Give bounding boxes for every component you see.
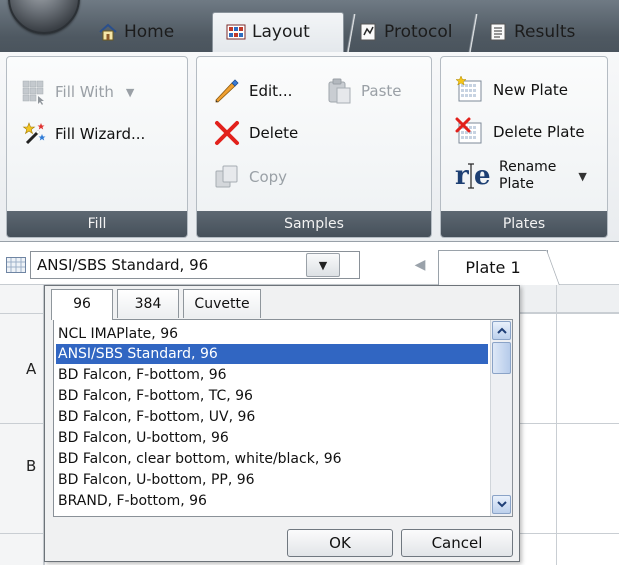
results-icon: [490, 23, 506, 41]
cancel-button[interactable]: Cancel: [401, 529, 513, 557]
chevron-down-icon: ▼: [125, 85, 135, 99]
delete-plate-label: Delete Plate: [493, 123, 585, 141]
list-item[interactable]: NCL IMAPlate, 96: [56, 324, 178, 344]
list-item[interactable]: BD Falcon, U-bottom, PP, 96: [56, 470, 255, 490]
fill-wizard-label: Fill Wizard...: [55, 125, 146, 143]
new-plate-button[interactable]: New Plate: [455, 75, 568, 105]
wand-icon: [22, 122, 46, 145]
ok-button[interactable]: OK: [287, 529, 393, 557]
rename-plate-text: Rename Plate: [499, 159, 556, 193]
chevron-down-icon: [496, 501, 507, 508]
list-item[interactable]: BD Falcon, F-bottom, 96: [56, 365, 227, 385]
list-scrollbar[interactable]: [490, 320, 512, 516]
rename-plate-label-line1: Rename: [499, 159, 557, 175]
row-label-a: A: [26, 360, 37, 378]
plate-tab[interactable]: Plate 1: [438, 250, 548, 286]
fill-wizard-button[interactable]: Fill Wizard...: [21, 121, 145, 147]
group-fill: Fill With ▼ Fill Wizard... Fill: [6, 56, 188, 238]
group-samples: Edit... Paste Delete Copy Samples: [196, 56, 432, 238]
row-header: [0, 285, 44, 565]
list-item[interactable]: BD Falcon, F-bottom, UV, 96: [56, 407, 255, 427]
delete-plate-button[interactable]: Delete Plate: [455, 117, 585, 147]
delete-label: Delete: [249, 124, 299, 142]
new-plate-icon: [455, 75, 482, 102]
delete-x-icon: [215, 121, 239, 145]
rename-plate-label-line2: Plate: [499, 176, 535, 192]
tab-layout[interactable]: Layout: [218, 12, 320, 52]
plate-grid-icon: [6, 257, 26, 273]
row-label-b: B: [26, 457, 37, 475]
plate-type-list[interactable]: NCL IMAPlate, 96 ANSI/SBS Standard, 96 B…: [53, 319, 513, 517]
tab-label: Results: [514, 22, 576, 42]
previous-plate-arrow[interactable]: ◀: [410, 253, 430, 277]
copy-icon: [215, 165, 238, 188]
protocol-icon: [360, 23, 376, 41]
list-item[interactable]: BD Falcon, U-bottom, 96: [56, 428, 229, 448]
copy-button[interactable]: Copy: [213, 163, 287, 191]
new-plate-label: New Plate: [493, 81, 568, 99]
pencil-icon: [215, 79, 239, 103]
popup-tab-cuvette[interactable]: Cuvette: [183, 289, 261, 318]
tab-home[interactable]: Home: [90, 12, 184, 52]
list-item[interactable]: BD Falcon, clear bottom, white/black, 96: [56, 449, 342, 469]
delete-button[interactable]: Delete: [213, 119, 298, 147]
grid-line: [556, 285, 557, 565]
rename-plate-button[interactable]: r e Rename Plate ▼: [455, 159, 587, 193]
svg-text:r: r: [455, 161, 469, 191]
paste-icon: [328, 78, 351, 104]
fill-with-label: Fill With: [55, 83, 114, 101]
svg-text:e: e: [474, 161, 491, 191]
paste-label: Paste: [361, 82, 402, 100]
list-item[interactable]: BRAND, F-bottom, 96: [56, 491, 207, 511]
plate-type-dropdown-panel: 96 384 Cuvette NCL IMAPlate, 96 ANSI/SBS…: [44, 285, 520, 562]
list-item[interactable]: BD Falcon, F-bottom, TC, 96: [56, 386, 253, 406]
popup-tab-384[interactable]: 384: [117, 289, 179, 318]
plate-toolbar: ANSI/SBS Standard, 96 ▼ ◀ Plate 1: [0, 243, 619, 286]
paste-button[interactable]: Paste: [325, 77, 402, 105]
popup-tab-96[interactable]: 96: [51, 289, 113, 320]
tab-protocol[interactable]: Protocol: [350, 12, 463, 52]
tab-label: Home: [124, 22, 175, 42]
ribbon: Fill With ▼ Fill Wizard... Fill Edit...: [0, 52, 619, 242]
ribbon-tab-strip: Home Layout Protocol Results: [0, 0, 619, 52]
tab-label: Layout: [252, 22, 310, 42]
application-menu-button[interactable]: [8, 0, 80, 34]
group-plates: New Plate Delete Plate r e Rename Plate …: [440, 56, 608, 238]
group-plates-label: Plates: [441, 211, 607, 237]
scroll-down-button[interactable]: [492, 495, 511, 514]
chevron-down-icon: ▼: [318, 258, 328, 272]
chevron-down-icon: ▼: [578, 169, 587, 183]
fill-with-icon: [22, 80, 44, 105]
home-icon: [99, 23, 117, 41]
list-item-selected[interactable]: ANSI/SBS Standard, 96: [56, 344, 488, 364]
copy-label: Copy: [249, 168, 288, 186]
tab-results[interactable]: Results: [480, 12, 585, 52]
fill-with-button[interactable]: Fill With ▼: [21, 79, 134, 105]
plate-tab-edge: [546, 250, 560, 286]
chevron-left-icon: ◀: [414, 257, 426, 273]
chevron-up-icon: [496, 327, 507, 334]
edit-button[interactable]: Edit...: [213, 77, 292, 105]
edit-label: Edit...: [249, 82, 293, 100]
layout-icon: [226, 24, 246, 40]
delete-plate-icon: [455, 117, 482, 144]
tab-label: Protocol: [384, 22, 453, 42]
group-samples-label: Samples: [197, 211, 431, 237]
group-fill-label: Fill: [7, 211, 187, 237]
rename-icon: r e: [455, 161, 491, 191]
plate-type-dropdown-button[interactable]: ▼: [306, 253, 340, 277]
scroll-up-button[interactable]: [492, 321, 511, 340]
scroll-thumb[interactable]: [492, 342, 511, 374]
